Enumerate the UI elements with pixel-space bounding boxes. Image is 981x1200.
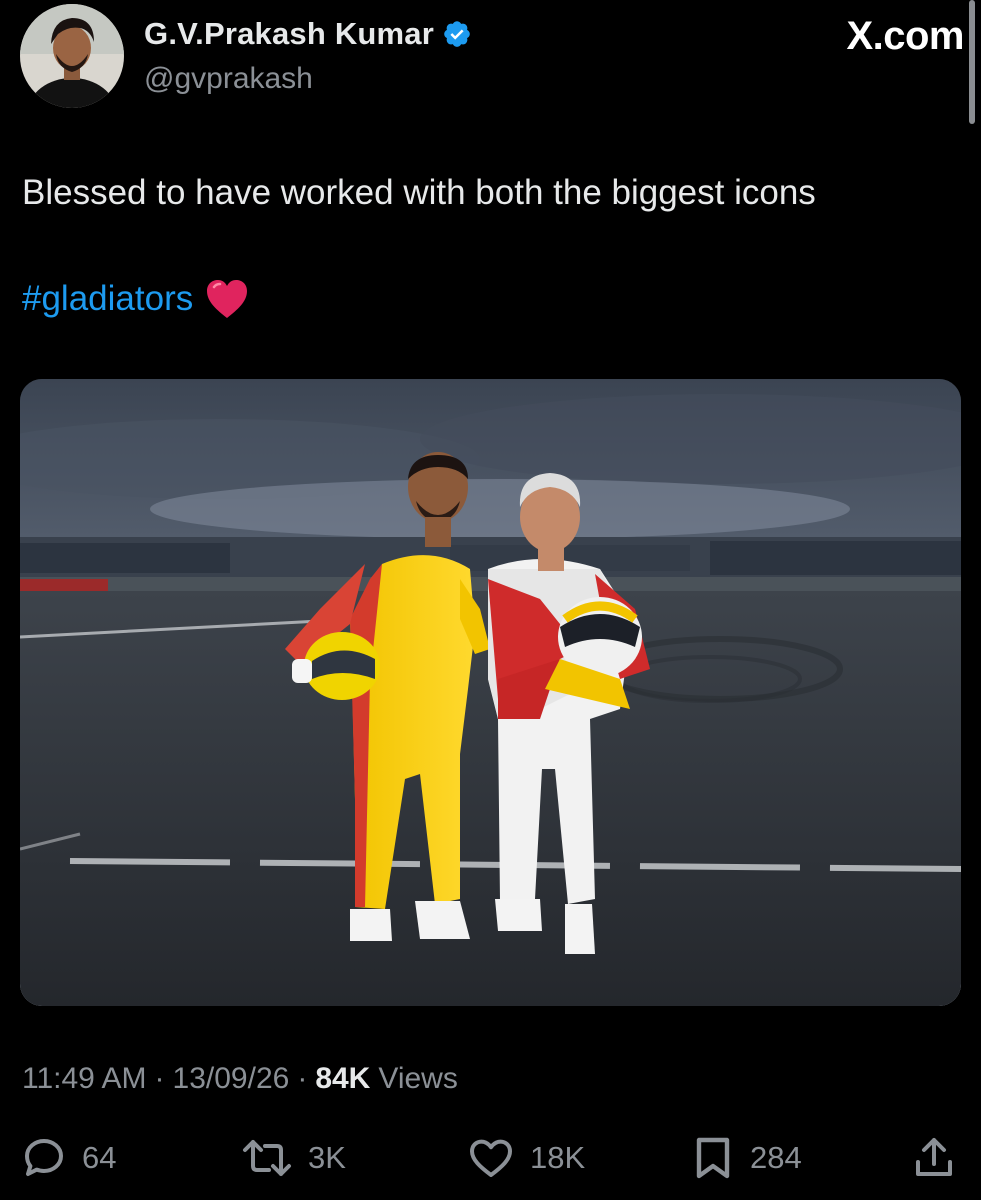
bookmark-button[interactable]: 284: [690, 1130, 802, 1186]
tweet-text: Blessed to have worked with both the big…: [22, 173, 816, 212]
tweet-meta: 11:49 AM · 13/09/26 · 84K Views: [22, 1062, 458, 1096]
site-label: X.com: [846, 14, 964, 58]
tweet-photo[interactable]: [20, 379, 961, 1006]
bookmark-count: 284: [750, 1140, 802, 1175]
tweet-date[interactable]: 13/09/26: [173, 1062, 290, 1096]
meta-separator: ·: [154, 1062, 165, 1095]
verified-badge-icon: [444, 21, 470, 47]
repost-button[interactable]: 3K: [240, 1130, 346, 1186]
hashtag-link[interactable]: #gladiators: [22, 279, 193, 319]
scrollbar[interactable]: [969, 0, 975, 124]
repost-count: 3K: [308, 1140, 346, 1175]
like-count: 18K: [530, 1140, 586, 1175]
meta-separator: ·: [297, 1062, 308, 1095]
tweet-header: G.V.Prakash Kumar @gvprakash: [20, 4, 960, 114]
views-count: 84K: [315, 1062, 371, 1095]
like-button[interactable]: 18K: [466, 1130, 585, 1186]
display-name[interactable]: G.V.Prakash Kumar: [144, 16, 434, 52]
views-label: Views: [378, 1062, 458, 1095]
repost-icon: [243, 1140, 291, 1176]
avatar-image: [20, 4, 124, 108]
reply-button[interactable]: 64: [20, 1130, 116, 1186]
heart-icon: [470, 1139, 512, 1177]
share-button[interactable]: [910, 1130, 958, 1186]
name-row: G.V.Prakash Kumar: [144, 16, 472, 52]
bookmark-icon: [696, 1137, 730, 1179]
user-handle[interactable]: @gvprakash: [144, 62, 313, 96]
hashtag-line: #gladiators: [22, 278, 249, 320]
reply-count: 64: [82, 1140, 117, 1175]
reply-icon: [25, 1139, 63, 1176]
tweet-time[interactable]: 11:49 AM: [22, 1062, 147, 1096]
action-bar: 64 3K 18K 284: [0, 1130, 981, 1190]
photo-two-racers-track: [20, 379, 961, 1006]
avatar[interactable]: [20, 4, 124, 108]
red-heart-emoji-icon: [207, 280, 248, 318]
share-icon: [916, 1138, 952, 1176]
